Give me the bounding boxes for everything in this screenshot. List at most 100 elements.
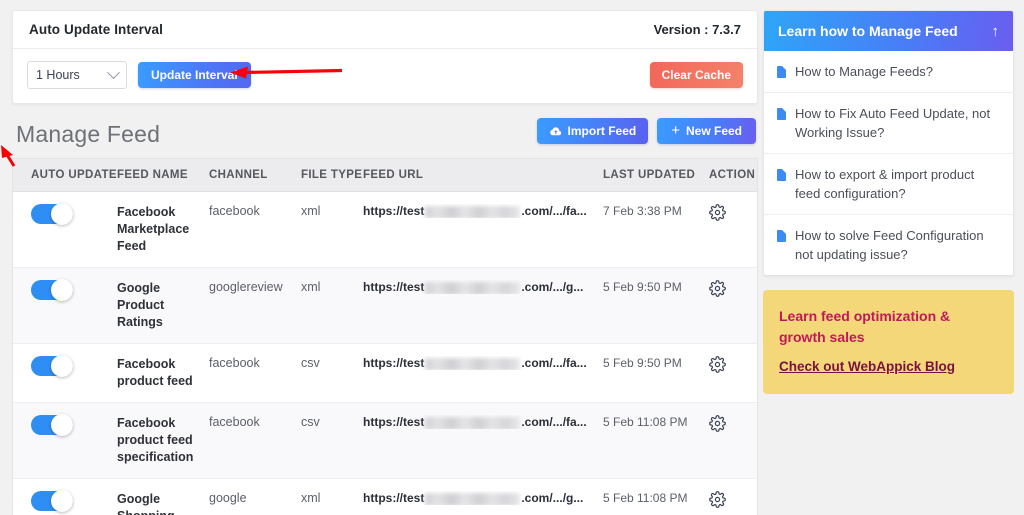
- cell-file-type: csv: [301, 403, 363, 479]
- auto-update-toggle[interactable]: [31, 280, 73, 300]
- gear-icon[interactable]: [709, 280, 726, 300]
- last-updated-text: 5 Feb 11:08 PM: [603, 491, 688, 505]
- feed-url-prefix: https://test: [363, 415, 424, 429]
- gear-icon[interactable]: [709, 204, 726, 224]
- cell-auto-update: [13, 403, 117, 479]
- cell-last-updated: 5 Feb 9:50 PM: [603, 268, 709, 344]
- cell-action: [709, 268, 758, 344]
- main-content: Auto Update Interval Version : 7.3.7 1 H…: [0, 0, 770, 515]
- cell-file-type: xml: [301, 192, 363, 268]
- cell-auto-update: [13, 479, 117, 515]
- new-feed-label: New Feed: [686, 124, 742, 138]
- cell-last-updated: 5 Feb 9:50 PM: [603, 344, 709, 403]
- feed-url-text[interactable]: https://test.com/.../fa...: [363, 415, 603, 429]
- feed-url-suffix: .com/.../g...: [521, 491, 583, 505]
- feed-name-text: Facebook Marketplace Feed: [117, 204, 197, 255]
- feed-table-head: AUTO UPDATE FEED NAME CHANNEL FILE TYPE …: [13, 159, 758, 192]
- document-icon: [777, 169, 786, 181]
- interval-select-value: 1 Hours: [36, 68, 109, 82]
- feed-table-body: Facebook Marketplace Feedfacebookxmlhttp…: [13, 192, 758, 515]
- auto-update-toggle[interactable]: [31, 491, 73, 511]
- cell-channel: facebook: [209, 344, 301, 403]
- promo-card: Learn feed optimization & growth sales C…: [763, 290, 1014, 394]
- import-feed-button[interactable]: Import Feed: [537, 118, 649, 144]
- promo-link[interactable]: Check out WebAppick Blog: [779, 359, 955, 374]
- feed-url-text[interactable]: https://test.com/.../fa...: [363, 204, 603, 218]
- learn-item-label: How to export & import product feed conf…: [795, 165, 1000, 203]
- learn-list-item[interactable]: How to solve Feed Configuration not upda…: [764, 215, 1013, 275]
- cell-feed-url: https://test.com/.../g...: [363, 268, 603, 344]
- document-icon: [777, 66, 786, 78]
- table-header-row: AUTO UPDATE FEED NAME CHANNEL FILE TYPE …: [13, 159, 758, 192]
- last-updated-text: 5 Feb 9:50 PM: [603, 280, 682, 294]
- last-updated-text: 5 Feb 9:50 PM: [603, 356, 682, 370]
- sidebar: Learn how to Manage Feed ↑ How to Manage…: [763, 10, 1014, 394]
- update-interval-button[interactable]: Update Interval: [138, 62, 251, 88]
- th-file-type: FILE TYPE: [301, 159, 363, 192]
- cell-auto-update: [13, 268, 117, 344]
- learn-list-item[interactable]: How to Manage Feeds?: [764, 51, 1013, 93]
- collapse-arrow-up-icon[interactable]: ↑: [992, 24, 1000, 39]
- document-icon: [777, 230, 786, 242]
- cell-feed-url: https://test.com/.../fa...: [363, 403, 603, 479]
- feed-url-text[interactable]: https://test .com/.../g...: [363, 491, 603, 505]
- table-row: Facebook product feed specificationfaceb…: [13, 403, 758, 479]
- document-icon: [777, 108, 786, 120]
- cell-last-updated: 5 Feb 11:08 PM: [603, 403, 709, 479]
- channel-text: facebook: [209, 356, 260, 370]
- channel-text: facebook: [209, 204, 260, 218]
- import-feed-label: Import Feed: [568, 124, 637, 138]
- learn-item-label: How to Manage Feeds?: [795, 62, 933, 81]
- table-row: Facebook Marketplace Feed facebook xmlhttp…: [13, 192, 758, 268]
- th-feed-name: FEED NAME: [117, 159, 209, 192]
- cell-file-type: xml: [301, 479, 363, 515]
- feed-url-prefix: https://test: [363, 491, 424, 505]
- cell-feed-name: Facebook product feed: [117, 344, 209, 403]
- learn-list-item[interactable]: How to Fix Auto Feed Update, not Working…: [764, 93, 1013, 154]
- auto-update-toggle[interactable]: [31, 356, 73, 376]
- feed-url-prefix: https://test: [363, 356, 424, 370]
- feed-url-suffix: .com/.../g...: [521, 280, 583, 294]
- auto-update-interval-card: Auto Update Interval Version : 7.3.7 1 H…: [12, 10, 758, 104]
- cell-channel: google: [209, 479, 301, 515]
- gear-icon[interactable]: [709, 356, 726, 376]
- channel-text: google: [209, 491, 247, 505]
- cell-action: [709, 403, 758, 479]
- auto-update-interval-body: 1 Hours Update Interval Clear Cache: [13, 49, 757, 103]
- card-title: Auto Update Interval: [29, 22, 163, 37]
- feed-name-text: Google Product Ratings: [117, 280, 197, 331]
- last-updated-text: 5 Feb 11:08 PM: [603, 415, 688, 429]
- feed-table-container: AUTO UPDATE FEED NAME CHANNEL FILE TYPE …: [12, 158, 758, 515]
- cell-auto-update: [13, 192, 117, 268]
- learn-list-item[interactable]: How to export & import product feed conf…: [764, 154, 1013, 215]
- interval-select[interactable]: 1 Hours: [27, 61, 127, 89]
- learn-item-label: How to solve Feed Configuration not upda…: [795, 226, 1000, 264]
- gear-icon[interactable]: [709, 491, 726, 511]
- redacted-domain: [425, 493, 520, 506]
- version-label: Version : 7.3.7: [654, 22, 741, 37]
- feed-url-text[interactable]: https://test.com/.../fa...: [363, 356, 603, 370]
- auto-update-interval-header: Auto Update Interval Version : 7.3.7: [13, 11, 757, 49]
- cell-channel: googlereview: [209, 268, 301, 344]
- new-feed-button[interactable]: + New Feed: [657, 118, 756, 144]
- toggle-knob: [51, 355, 73, 377]
- cell-feed-url: https://test .com/.../g...: [363, 479, 603, 515]
- interval-controls: 1 Hours Update Interval: [27, 61, 251, 89]
- learn-card-header[interactable]: Learn how to Manage Feed ↑: [764, 11, 1013, 51]
- feed-name-text: Facebook product feed: [117, 356, 197, 390]
- learn-card: Learn how to Manage Feed ↑ How to Manage…: [763, 10, 1014, 276]
- cell-feed-name: Google Shopping XML Feed: [117, 479, 209, 515]
- clear-cache-button[interactable]: Clear Cache: [650, 62, 743, 88]
- th-feed-url: FEED URL: [363, 159, 603, 192]
- auto-update-toggle[interactable]: [31, 204, 73, 224]
- feed-url-text[interactable]: https://test.com/.../g...: [363, 280, 603, 294]
- cell-feed-url: https://test.com/.../fa...: [363, 192, 603, 268]
- cell-feed-name: Google Product Ratings: [117, 268, 209, 344]
- cell-action: [709, 192, 758, 268]
- learn-item-list: How to Manage Feeds? How to Fix Auto Feed…: [764, 51, 1013, 275]
- gear-icon[interactable]: [709, 415, 726, 435]
- feed-action-buttons: Import Feed + New Feed: [537, 118, 756, 148]
- auto-update-toggle[interactable]: [31, 415, 73, 435]
- channel-text: googlereview: [209, 280, 283, 294]
- toggle-knob: [51, 414, 73, 436]
